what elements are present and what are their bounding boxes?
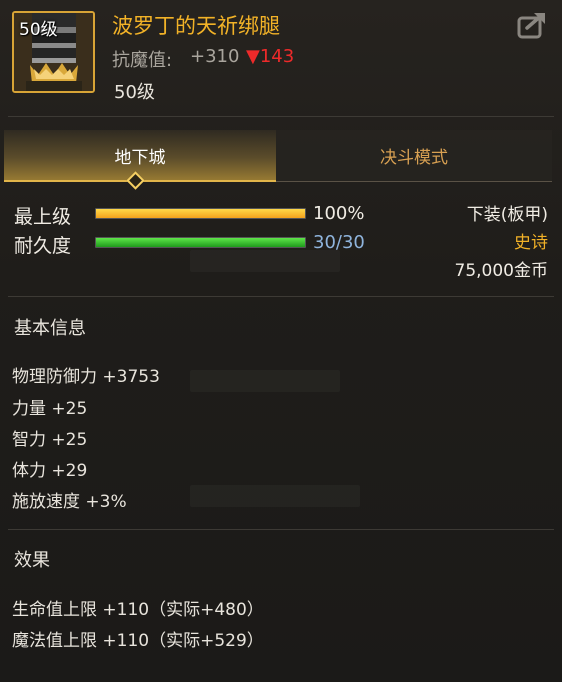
tab-dungeon[interactable]: 地下城 — [4, 130, 276, 182]
mode-tabs: 地下城 决斗模式 — [4, 130, 552, 182]
basic-info-line: 体力 +29 — [12, 461, 88, 481]
tab-pvp[interactable]: 决斗模式 — [276, 130, 552, 182]
background-ghost — [190, 250, 340, 272]
effect-line: 魔法值上限 +110（实际+529） — [12, 631, 264, 651]
max-level-label: 最上级 — [14, 206, 72, 228]
item-tooltip-panel: 50级 波罗丁的天祈绑腿 抗魔值: +310 ▼143 50级 地下城 决斗模式… — [0, 0, 562, 682]
basic-info-line: 力量 +25 — [12, 399, 88, 419]
max-level-bar-fill — [96, 209, 305, 218]
equipment-slot: 下装(板甲) — [466, 205, 548, 225]
durability-bar-fill — [96, 238, 305, 247]
basic-info-line: 施放速度 +3% — [12, 492, 127, 512]
background-ghost — [190, 485, 360, 507]
basic-info-title: 基本信息 — [14, 318, 86, 339]
durability-value: 30/30 — [313, 232, 365, 253]
item-icon-frame[interactable]: 50级 — [12, 11, 95, 93]
magic-resist-diff: ▼143 — [246, 46, 295, 67]
max-level-value: 100% — [313, 203, 365, 224]
basic-info-line: 智力 +25 — [12, 430, 88, 450]
share-icon[interactable] — [516, 10, 548, 40]
max-level-bar — [95, 208, 306, 219]
durability-label: 耐久度 — [14, 235, 72, 257]
required-level: 50级 — [114, 82, 155, 103]
stats-divider — [8, 296, 554, 297]
rarity: 史诗 — [514, 233, 548, 253]
item-level-badge: 50级 — [19, 20, 58, 40]
background-ghost — [190, 370, 340, 392]
item-header: 50级 波罗丁的天祈绑腿 抗魔值: +310 ▼143 50级 — [0, 0, 562, 112]
effect-line: 生命值上限 +110（实际+480） — [12, 600, 264, 620]
item-name: 波罗丁的天祈绑腿 — [112, 14, 280, 38]
durability-bar — [95, 237, 306, 248]
basic-info-divider — [8, 529, 554, 530]
effects-title: 效果 — [14, 550, 50, 571]
header-divider — [8, 116, 554, 117]
basic-info-line: 物理防御力 +3753 — [12, 367, 160, 387]
magic-resist-label: 抗魔值: — [112, 50, 173, 71]
magic-resist-value: +310 — [190, 46, 240, 67]
sell-price: 75,000金币 — [454, 261, 548, 281]
